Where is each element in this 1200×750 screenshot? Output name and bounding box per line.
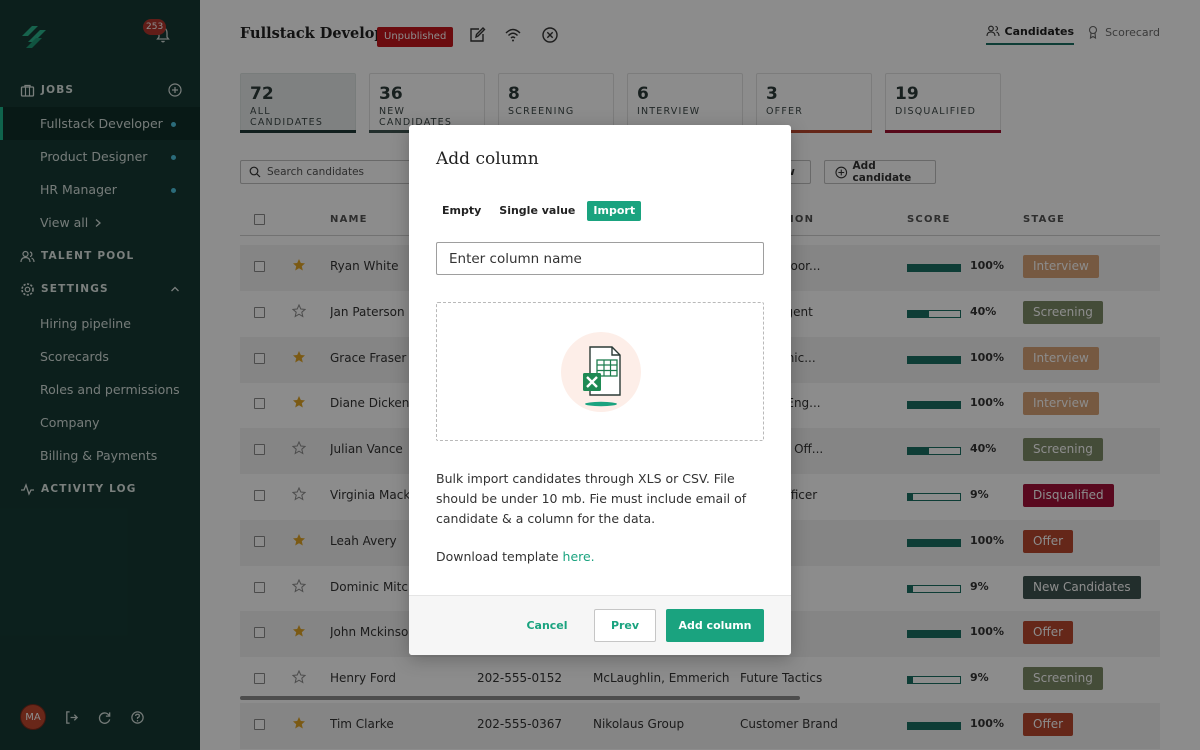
file-dropzone[interactable] (436, 302, 764, 441)
import-description: Bulk import candidates through XLS or CS… (436, 471, 747, 526)
modal-footer: Cancel Prev Add column (409, 595, 791, 655)
modal-title: Add column (436, 149, 539, 169)
download-prefix: Download template (436, 549, 563, 564)
add-column-modal: Add column Empty Single value Import Bul… (409, 125, 791, 655)
cancel-button[interactable]: Cancel (517, 609, 577, 642)
tab-single-value[interactable]: Single value (493, 201, 581, 221)
download-template-text: Download template here. (436, 549, 595, 564)
download-template-link[interactable]: here. (563, 549, 595, 564)
prev-button[interactable]: Prev (594, 609, 656, 642)
tab-empty[interactable]: Empty (436, 201, 487, 221)
tab-import[interactable]: Import (587, 201, 642, 221)
add-column-button[interactable]: Add column (666, 609, 764, 642)
column-type-tabs: Empty Single value Import (436, 201, 642, 221)
column-name-input[interactable] (436, 242, 764, 275)
excel-file-icon (561, 332, 641, 412)
